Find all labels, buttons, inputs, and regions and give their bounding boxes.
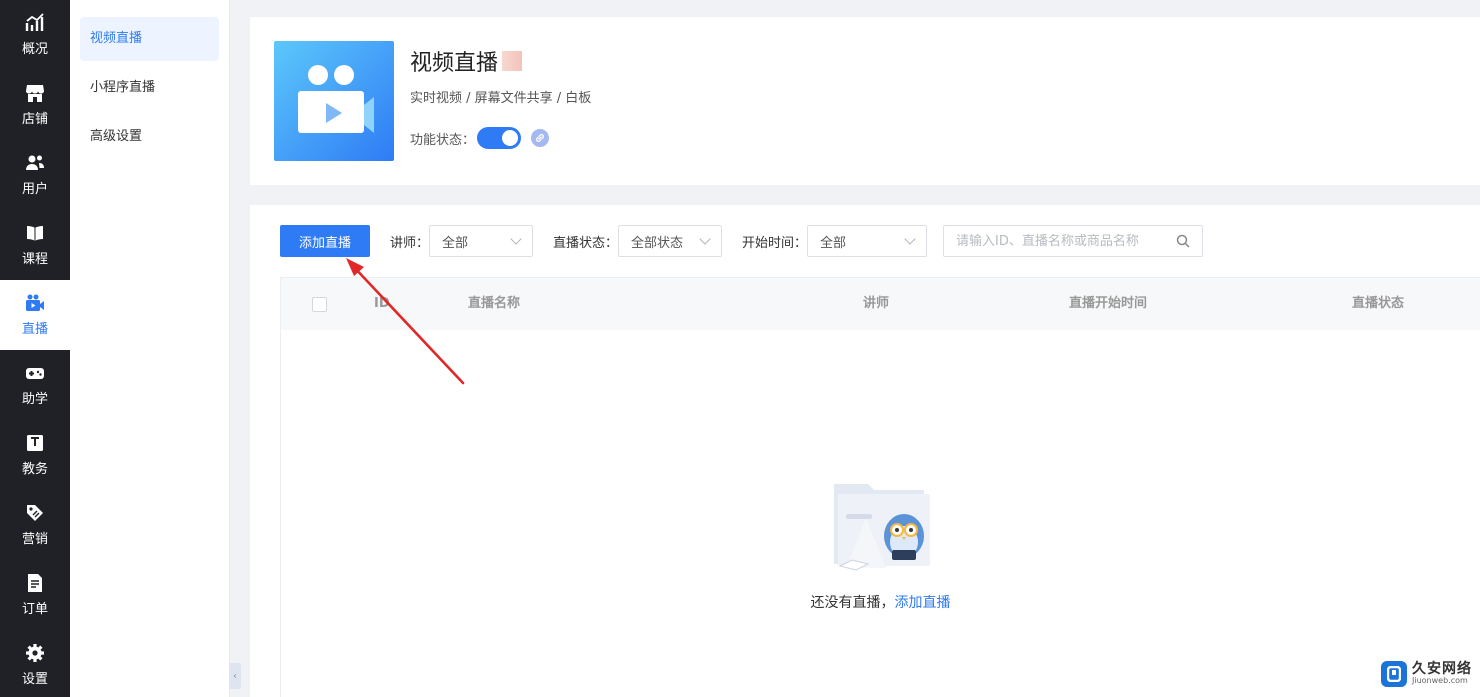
- notebook-icon: [27, 435, 43, 451]
- column-header-id: ID: [374, 296, 390, 311]
- chain-link-glyph: [536, 134, 544, 142]
- table-header: ID 直播名称 讲师 直播开始时间 直播状态: [281, 278, 1480, 330]
- empty-state: 还没有直播，添加直播: [281, 478, 1480, 612]
- empty-add-live-link[interactable]: 添加直播: [895, 595, 951, 611]
- chart-line-icon: [25, 13, 44, 31]
- document-icon: [28, 574, 42, 592]
- search-icon[interactable]: [1176, 234, 1190, 248]
- select-all-checkbox[interactable]: [312, 297, 327, 312]
- subnav-item-advanced-settings[interactable]: 高级设置: [80, 115, 219, 159]
- empty-state-text: 还没有直播，: [810, 595, 895, 611]
- nav-item-orders[interactable]: 订单: [0, 560, 70, 630]
- gear-icon: [26, 644, 44, 662]
- nav-label: 设置: [21, 672, 48, 687]
- status-filter-label: 直播状态：: [553, 235, 619, 251]
- add-live-button[interactable]: 添加直播: [280, 225, 370, 257]
- search-box: [943, 225, 1204, 257]
- watermark-logo-mark: [1387, 666, 1401, 682]
- nav-label: 课程: [21, 252, 48, 267]
- column-header-status: 直播状态: [1352, 296, 1405, 311]
- nav-item-courses[interactable]: 课程: [0, 210, 70, 280]
- chevron-down-icon: [699, 233, 711, 245]
- filter-toolbar: 添加直播 讲师： 全部 直播状态： 全部状态 开始时间： 全部: [280, 225, 1204, 257]
- nav-label: 用户: [21, 182, 48, 197]
- feature-title-text: 视频直播: [410, 51, 499, 76]
- nav-item-store[interactable]: 店铺: [0, 70, 70, 140]
- watermark-text: 久安网络 Jiuonweb.com: [1412, 660, 1472, 686]
- redacted-mark: [502, 51, 523, 71]
- column-header-start-time: 直播开始时间: [1069, 296, 1148, 311]
- nav-label: 概况: [21, 42, 48, 57]
- watermark-cn: 久安网络: [1412, 660, 1472, 677]
- status-select-value: 全部状态: [631, 235, 684, 251]
- video-camera-icon: [26, 294, 44, 311]
- site-watermark: 久安网络 Jiuonweb.com: [1381, 661, 1472, 687]
- nav-label: 助学: [21, 392, 48, 407]
- status-select[interactable]: 全部状态: [618, 225, 723, 257]
- start-time-select[interactable]: 全部: [807, 225, 928, 257]
- start-time-filter-label: 开始时间：: [742, 235, 808, 251]
- nav-label: 营销: [21, 532, 48, 547]
- nav-item-assist[interactable]: 助学: [0, 350, 70, 420]
- feature-illustration: [274, 41, 394, 161]
- lecturer-filter-label: 讲师：: [390, 235, 430, 251]
- nav-item-settings[interactable]: 设置: [0, 630, 70, 697]
- feature-subtitle: 实时视频 / 屏幕文件共享 / 白板: [410, 91, 592, 106]
- nav-item-academic[interactable]: 教务: [0, 420, 70, 490]
- book-icon: [27, 226, 43, 241]
- subnav-item-video-live[interactable]: 视频直播: [80, 17, 219, 61]
- collapse-sidebar-button[interactable]: ‹: [229, 663, 241, 689]
- nav-label: 教务: [21, 462, 48, 477]
- empty-state-message: 还没有直播，添加直播: [281, 592, 1480, 612]
- gamepad-icon: [26, 368, 44, 379]
- sub-nav: 视频直播 小程序直播 高级设置 ‹: [70, 0, 241, 697]
- feature-title: 视频直播: [410, 45, 523, 77]
- video-live-illustration: [274, 41, 394, 161]
- nav-item-overview[interactable]: 概况: [0, 0, 70, 70]
- lecturer-select-value: 全部: [442, 235, 469, 251]
- tag-icon: [27, 505, 43, 521]
- store-icon: [26, 85, 44, 102]
- feature-status-row: 功能状态：: [410, 127, 550, 149]
- nav-item-users[interactable]: 用户: [0, 140, 70, 210]
- main-nav: 概况 店铺 用户 课程 直播 助学 教务 营销 订单 设置: [0, 0, 70, 697]
- feature-status-toggle[interactable]: [477, 127, 522, 149]
- search-input[interactable]: [956, 233, 1177, 249]
- column-header-name: 直播名称: [468, 296, 521, 311]
- live-table: ID 直播名称 讲师 直播开始时间 直播状态 还没有直播，添加直播: [280, 277, 1480, 697]
- nav-label: 店铺: [21, 112, 48, 127]
- subnav-item-miniprogram-live[interactable]: 小程序直播: [80, 66, 219, 110]
- watermark-logo-icon: [1381, 661, 1407, 687]
- chevron-down-icon: [510, 233, 522, 245]
- nav-label: 订单: [21, 602, 48, 617]
- column-header-lecturer: 讲师: [863, 296, 890, 311]
- lecturer-select[interactable]: 全部: [429, 225, 534, 257]
- chevron-down-icon: [904, 233, 916, 245]
- toggle-knob: [502, 130, 519, 146]
- start-time-select-value: 全部: [820, 235, 847, 251]
- live-list-card: 添加直播 讲师： 全部 直播状态： 全部状态 开始时间： 全部 ID 直播名称 …: [250, 205, 1480, 697]
- empty-folder-owl-illustration: [833, 484, 930, 571]
- feature-info-card: 视频直播 实时视频 / 屏幕文件共享 / 白板 功能状态：: [250, 17, 1480, 185]
- nav-label: 直播: [21, 322, 48, 337]
- feature-status-label: 功能状态：: [410, 132, 476, 148]
- watermark-en: Jiuonweb.com: [1412, 676, 1468, 686]
- link-icon[interactable]: [531, 129, 550, 147]
- nav-item-live[interactable]: 直播: [0, 280, 70, 350]
- users-icon: [26, 155, 44, 170]
- nav-item-marketing[interactable]: 营销: [0, 490, 70, 560]
